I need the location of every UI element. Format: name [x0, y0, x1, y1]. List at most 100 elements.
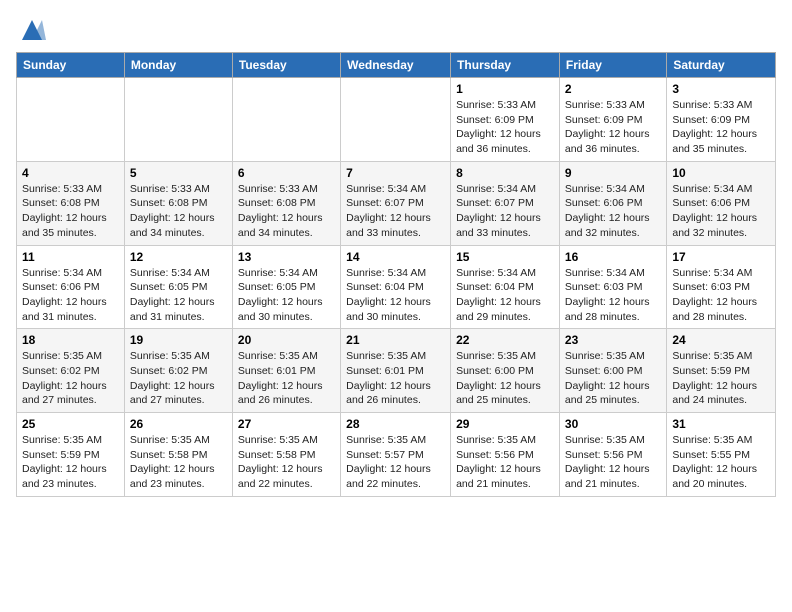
calendar-cell: 12 Sunrise: 5:34 AM Sunset: 6:05 PM Dayli… [124, 245, 232, 329]
day-info: Sunrise: 5:33 AM Sunset: 6:08 PM Dayligh… [238, 182, 335, 241]
day-info: Sunrise: 5:34 AM Sunset: 6:03 PM Dayligh… [565, 266, 661, 325]
calendar-cell: 24 Sunrise: 5:35 AM Sunset: 5:59 PM Dayli… [667, 329, 776, 413]
calendar-cell [232, 78, 340, 162]
day-info: Sunrise: 5:35 AM Sunset: 6:02 PM Dayligh… [130, 349, 227, 408]
day-info: Sunrise: 5:35 AM Sunset: 5:59 PM Dayligh… [672, 349, 770, 408]
calendar-table: SundayMondayTuesdayWednesdayThursdayFrid… [16, 52, 776, 497]
calendar-week-row: 1 Sunrise: 5:33 AM Sunset: 6:09 PM Daylig… [17, 78, 776, 162]
day-info: Sunrise: 5:35 AM Sunset: 5:58 PM Dayligh… [238, 433, 335, 492]
day-info: Sunrise: 5:33 AM Sunset: 6:09 PM Dayligh… [672, 98, 770, 157]
day-number: 12 [130, 250, 227, 264]
day-number: 18 [22, 333, 119, 347]
calendar-cell: 19Sunrise: 5:35 AM Sunset: 6:02 PM Dayli… [124, 329, 232, 413]
calendar-cell: 5 Sunrise: 5:33 AM Sunset: 6:08 PM Daylig… [124, 161, 232, 245]
day-info: Sunrise: 5:34 AM Sunset: 6:07 PM Dayligh… [456, 182, 554, 241]
day-number: 5 [130, 166, 227, 180]
weekday-header: Friday [559, 53, 666, 78]
calendar-week-row: 25Sunrise: 5:35 AM Sunset: 5:59 PM Dayli… [17, 413, 776, 497]
calendar-cell: 4 Sunrise: 5:33 AM Sunset: 6:08 PM Daylig… [17, 161, 125, 245]
day-number: 11 [22, 250, 119, 264]
day-info: Sunrise: 5:35 AM Sunset: 6:00 PM Dayligh… [565, 349, 661, 408]
calendar-cell: 10Sunrise: 5:34 AM Sunset: 6:06 PM Dayli… [667, 161, 776, 245]
calendar-cell: 23 Sunrise: 5:35 AM Sunset: 6:00 PM Dayli… [559, 329, 666, 413]
calendar-cell: 11 Sunrise: 5:34 AM Sunset: 6:06 PM Dayli… [17, 245, 125, 329]
day-info: Sunrise: 5:35 AM Sunset: 5:57 PM Dayligh… [346, 433, 445, 492]
day-number: 1 [456, 82, 554, 96]
calendar-cell: 8Sunrise: 5:34 AM Sunset: 6:07 PM Daylig… [451, 161, 560, 245]
calendar-cell: 30 Sunrise: 5:35 AM Sunset: 5:56 PM Dayli… [559, 413, 666, 497]
day-number: 23 [565, 333, 661, 347]
calendar-week-row: 11 Sunrise: 5:34 AM Sunset: 6:06 PM Dayli… [17, 245, 776, 329]
day-info: Sunrise: 5:34 AM Sunset: 6:06 PM Dayligh… [672, 182, 770, 241]
day-number: 31 [672, 417, 770, 431]
day-number: 21 [346, 333, 445, 347]
day-number: 7 [346, 166, 445, 180]
day-info: Sunrise: 5:35 AM Sunset: 5:55 PM Dayligh… [672, 433, 770, 492]
calendar-cell: 18 Sunrise: 5:35 AM Sunset: 6:02 PM Dayli… [17, 329, 125, 413]
calendar-cell: 29 Sunrise: 5:35 AM Sunset: 5:56 PM Dayli… [451, 413, 560, 497]
page-header [16, 16, 776, 44]
calendar-cell: 9 Sunrise: 5:34 AM Sunset: 6:06 PM Daylig… [559, 161, 666, 245]
day-number: 16 [565, 250, 661, 264]
calendar-cell [341, 78, 451, 162]
calendar-cell: 6 Sunrise: 5:33 AM Sunset: 6:08 PM Daylig… [232, 161, 340, 245]
calendar-cell: 31 Sunrise: 5:35 AM Sunset: 5:55 PM Dayli… [667, 413, 776, 497]
logo [16, 16, 46, 44]
calendar-cell: 20 Sunrise: 5:35 AM Sunset: 6:01 PM Dayli… [232, 329, 340, 413]
calendar-cell [17, 78, 125, 162]
day-info: Sunrise: 5:35 AM Sunset: 6:01 PM Dayligh… [346, 349, 445, 408]
day-number: 27 [238, 417, 335, 431]
calendar-cell: 22 Sunrise: 5:35 AM Sunset: 6:00 PM Dayli… [451, 329, 560, 413]
calendar-week-row: 4 Sunrise: 5:33 AM Sunset: 6:08 PM Daylig… [17, 161, 776, 245]
day-number: 20 [238, 333, 335, 347]
calendar-cell: 14Sunrise: 5:34 AM Sunset: 6:04 PM Dayli… [341, 245, 451, 329]
day-number: 3 [672, 82, 770, 96]
day-number: 26 [130, 417, 227, 431]
day-info: Sunrise: 5:35 AM Sunset: 6:01 PM Dayligh… [238, 349, 335, 408]
calendar-header-row: SundayMondayTuesdayWednesdayThursdayFrid… [17, 53, 776, 78]
day-number: 15 [456, 250, 554, 264]
day-info: Sunrise: 5:33 AM Sunset: 6:08 PM Dayligh… [22, 182, 119, 241]
day-info: Sunrise: 5:35 AM Sunset: 5:56 PM Dayligh… [565, 433, 661, 492]
calendar-cell: 13 Sunrise: 5:34 AM Sunset: 6:05 PM Dayli… [232, 245, 340, 329]
day-number: 30 [565, 417, 661, 431]
day-info: Sunrise: 5:34 AM Sunset: 6:04 PM Dayligh… [346, 266, 445, 325]
day-info: Sunrise: 5:35 AM Sunset: 5:59 PM Dayligh… [22, 433, 119, 492]
day-number: 17 [672, 250, 770, 264]
day-info: Sunrise: 5:33 AM Sunset: 6:09 PM Dayligh… [565, 98, 661, 157]
day-number: 13 [238, 250, 335, 264]
calendar-cell: 17 Sunrise: 5:34 AM Sunset: 6:03 PM Dayli… [667, 245, 776, 329]
day-info: Sunrise: 5:34 AM Sunset: 6:05 PM Dayligh… [238, 266, 335, 325]
day-info: Sunrise: 5:34 AM Sunset: 6:06 PM Dayligh… [565, 182, 661, 241]
day-number: 24 [672, 333, 770, 347]
day-info: Sunrise: 5:34 AM Sunset: 6:03 PM Dayligh… [672, 266, 770, 325]
calendar-cell: 3 Sunrise: 5:33 AM Sunset: 6:09 PM Daylig… [667, 78, 776, 162]
day-info: Sunrise: 5:35 AM Sunset: 5:56 PM Dayligh… [456, 433, 554, 492]
weekday-header: Tuesday [232, 53, 340, 78]
day-info: Sunrise: 5:35 AM Sunset: 6:00 PM Dayligh… [456, 349, 554, 408]
day-info: Sunrise: 5:35 AM Sunset: 6:02 PM Dayligh… [22, 349, 119, 408]
calendar-cell: 2Sunrise: 5:33 AM Sunset: 6:09 PM Daylig… [559, 78, 666, 162]
day-info: Sunrise: 5:33 AM Sunset: 6:08 PM Dayligh… [130, 182, 227, 241]
calendar-cell: 28 Sunrise: 5:35 AM Sunset: 5:57 PM Dayli… [341, 413, 451, 497]
day-number: 28 [346, 417, 445, 431]
calendar-cell: 15 Sunrise: 5:34 AM Sunset: 6:04 PM Dayli… [451, 245, 560, 329]
day-info: Sunrise: 5:34 AM Sunset: 6:07 PM Dayligh… [346, 182, 445, 241]
calendar-cell: 16 Sunrise: 5:34 AM Sunset: 6:03 PM Dayli… [559, 245, 666, 329]
calendar-cell: 21 Sunrise: 5:35 AM Sunset: 6:01 PM Dayli… [341, 329, 451, 413]
logo-icon [18, 16, 46, 44]
weekday-header: Wednesday [341, 53, 451, 78]
day-number: 22 [456, 333, 554, 347]
day-info: Sunrise: 5:34 AM Sunset: 6:05 PM Dayligh… [130, 266, 227, 325]
day-number: 29 [456, 417, 554, 431]
calendar-cell [124, 78, 232, 162]
day-info: Sunrise: 5:34 AM Sunset: 6:04 PM Dayligh… [456, 266, 554, 325]
day-info: Sunrise: 5:34 AM Sunset: 6:06 PM Dayligh… [22, 266, 119, 325]
day-number: 4 [22, 166, 119, 180]
calendar-cell: 25Sunrise: 5:35 AM Sunset: 5:59 PM Dayli… [17, 413, 125, 497]
calendar-cell: 7 Sunrise: 5:34 AM Sunset: 6:07 PM Daylig… [341, 161, 451, 245]
day-number: 9 [565, 166, 661, 180]
weekday-header: Sunday [17, 53, 125, 78]
day-number: 6 [238, 166, 335, 180]
weekday-header: Monday [124, 53, 232, 78]
